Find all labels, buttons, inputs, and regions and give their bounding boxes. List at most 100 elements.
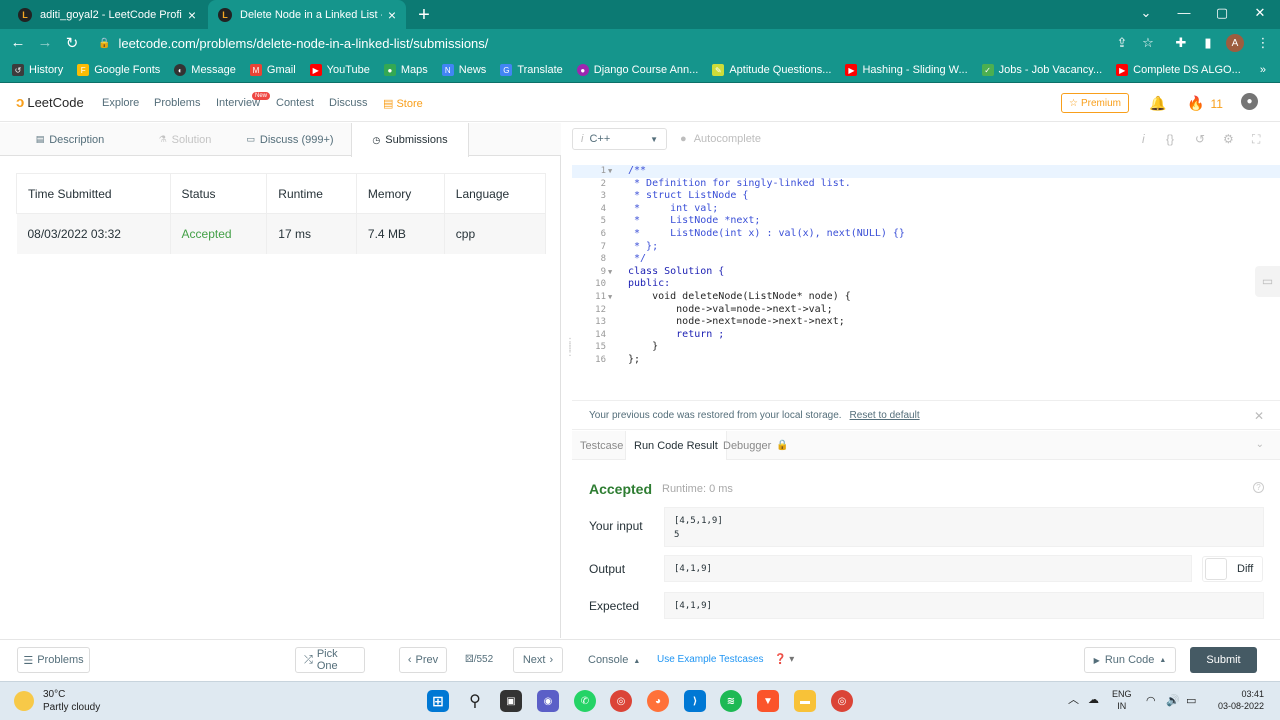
forward-icon[interactable]: → — [36, 34, 54, 51]
close-icon[interactable]: ✕ — [1254, 409, 1264, 423]
bookmark-item[interactable]: ● Maps — [383, 64, 428, 76]
browser-menu-icon[interactable]: ⋮ — [1254, 35, 1272, 51]
wifi-icon[interactable]: ◠ — [1146, 694, 1156, 707]
battery-icon[interactable]: ▭ — [1186, 694, 1196, 707]
fold-arrow-icon[interactable]: ▼ — [608, 165, 618, 178]
back-icon[interactable]: ← — [9, 34, 27, 51]
system-tray[interactable]: ︿ ☁ — [1068, 691, 1099, 707]
tab-search-chevron-icon[interactable]: ⌄ — [1134, 5, 1158, 21]
firefox-icon[interactable]: ◕ — [647, 690, 669, 712]
tab-description[interactable]: ▤ Description — [0, 123, 140, 156]
fullscreen-icon[interactable]: ⛶ — [1252, 132, 1260, 147]
submit-button[interactable]: Submit — [1190, 647, 1257, 673]
bookmark-item[interactable]: ✎ Aptitude Questions... — [712, 64, 831, 76]
bookmark-item[interactable]: ● Django Course Ann... — [576, 64, 698, 76]
fold-arrow-icon[interactable]: ▼ — [608, 291, 618, 304]
next-button[interactable]: Next › — [513, 647, 563, 673]
maximize-icon[interactable]: ▢ — [1210, 5, 1234, 21]
close-window-icon[interactable]: ✕ — [1248, 5, 1272, 21]
browser-tab-problem[interactable]: L Delete Node in a Linked List - Le × — [208, 0, 406, 29]
feedback-side-icon[interactable]: ▭ — [1255, 266, 1280, 297]
new-tab-icon[interactable]: + — [414, 4, 434, 27]
more-bookmarks-icon[interactable]: » — [1260, 64, 1266, 76]
tab-discuss[interactable]: ▭ Discuss (999+) — [230, 123, 350, 156]
bookmark-item[interactable]: ▶ YouTube — [309, 64, 370, 76]
user-avatar-icon[interactable]: ● — [1241, 93, 1258, 110]
bookmark-item[interactable]: ▶ Complete DS ALGO... — [1116, 64, 1241, 76]
info-icon[interactable]: i — [1142, 132, 1145, 146]
search-icon[interactable]: ⚲ — [464, 690, 486, 712]
tab-submissions[interactable]: ◷ Submissions — [351, 123, 469, 157]
leetcode-logo[interactable]: ↄ LeetCode — [16, 94, 84, 111]
close-tab-icon[interactable]: × — [388, 7, 396, 23]
autocomplete-toggle[interactable]: ● Autocomplete — [680, 133, 761, 145]
tab-debugger[interactable]: Debugger 🔒 — [715, 431, 797, 460]
problem-page-counter[interactable]: ⚄/552 — [465, 654, 493, 665]
profile-avatar[interactable]: A — [1226, 34, 1244, 52]
nav-problems[interactable]: Problems — [154, 97, 200, 109]
bookmark-item[interactable]: F Google Fonts — [77, 64, 160, 76]
settings-gear-icon[interactable]: ⚙ — [1223, 132, 1234, 146]
diff-switch[interactable] — [1205, 558, 1227, 580]
premium-button[interactable]: ☆ Premium — [1061, 93, 1129, 113]
pick-one-button[interactable]: ⤮ Pick One — [295, 647, 365, 673]
whatsapp-icon[interactable]: ✆ — [574, 690, 596, 712]
chrome-icon[interactable]: ◎ — [610, 690, 632, 712]
console-toggle[interactable]: Console ▲ — [588, 654, 640, 666]
teams-chat-icon[interactable]: ◉ — [537, 690, 559, 712]
file-explorer-icon[interactable]: ▬ — [794, 690, 816, 712]
bookmark-item[interactable]: N News — [441, 64, 486, 76]
bookmark-item[interactable]: ↺ History — [12, 64, 63, 76]
bookmark-item[interactable]: ▶ Hashing - Sliding W... — [845, 64, 968, 76]
reload-icon[interactable]: ↻ — [63, 34, 81, 52]
code-editor[interactable]: 1 ▼/** 2 * Definition for singly-linked l… — [572, 161, 1280, 397]
reset-icon[interactable]: ↺ — [1195, 132, 1205, 146]
use-example-testcases-link[interactable]: Use Example Testcases — [657, 654, 764, 665]
share-icon[interactable]: ⇪ — [1113, 35, 1131, 51]
tab-testcase[interactable]: Testcase — [572, 431, 631, 460]
streak-counter[interactable]: 🔥 11 — [1187, 95, 1223, 112]
problems-button[interactable]: ☰ Problems — [17, 647, 90, 673]
nav-discuss[interactable]: Discuss — [329, 97, 368, 109]
task-view-icon[interactable]: ▣ — [500, 690, 522, 712]
spotify-icon[interactable]: ≋ — [720, 690, 742, 712]
brave-icon[interactable]: ▼ — [757, 690, 779, 712]
prev-button[interactable]: ‹ Prev — [399, 647, 447, 673]
reset-to-default-link[interactable]: Reset to default — [850, 410, 920, 421]
nav-store[interactable]: ▤ Store — [383, 97, 423, 110]
extensions-icon[interactable]: ✚ — [1172, 35, 1190, 51]
side-panel-icon[interactable]: ▮ — [1199, 35, 1217, 51]
panel-resize-handle[interactable]: ⋮ ⋮ ⋮ — [565, 338, 575, 380]
minimize-icon[interactable]: — — [1172, 5, 1196, 20]
volume-icon[interactable]: 🔊 — [1166, 694, 1180, 707]
bookmark-star-icon[interactable]: ☆ — [1139, 35, 1157, 51]
weather-widget[interactable]: 30°C Partly cloudy — [14, 688, 100, 714]
fold-arrow-icon[interactable]: ▼ — [608, 266, 618, 279]
windows-start-icon[interactable]: ⊞ — [427, 690, 449, 712]
close-tab-icon[interactable]: × — [188, 7, 196, 23]
nav-contest[interactable]: Contest — [276, 97, 314, 109]
tab-solution[interactable]: ⚗ Solution — [140, 123, 230, 156]
diff-toggle[interactable]: Diff — [1202, 556, 1263, 582]
run-code-button[interactable]: ▶ Run Code ▲ — [1084, 647, 1176, 673]
table-row[interactable]: 08/03/2022 03:32 Accepted 17 ms 7.4 MB c… — [16, 213, 547, 254]
vscode-icon[interactable]: ⟩ — [684, 690, 706, 712]
bookmark-item[interactable]: ✓ Jobs - Job Vacancy... — [981, 64, 1102, 76]
address-bar[interactable]: 🔒 leetcode.com/problems/delete-node-in-a… — [98, 32, 1160, 55]
tab-run-code-result[interactable]: Run Code Result — [625, 431, 727, 460]
notification-bell-icon[interactable]: 🔔 — [1149, 95, 1166, 112]
chevron-down-icon[interactable]: ⌄ — [1256, 439, 1264, 450]
braces-icon[interactable]: {} — [1166, 132, 1174, 146]
nav-explore[interactable]: Explore — [102, 97, 139, 109]
bookmark-item[interactable]: ◐ Message — [174, 64, 236, 76]
help-icon[interactable]: ? — [1253, 482, 1264, 493]
help-dropdown-icon[interactable]: ❓ ▾ — [774, 654, 794, 665]
bookmark-item[interactable]: M Gmail — [249, 64, 296, 76]
language-indicator[interactable]: ENG IN — [1112, 688, 1132, 712]
language-select[interactable]: i C++ ▼ — [572, 128, 667, 150]
chrome-active-icon[interactable]: ◎ — [831, 690, 853, 712]
cell-status-link[interactable]: Accepted — [170, 213, 268, 254]
bookmark-item[interactable]: G Translate — [500, 64, 563, 76]
clock[interactable]: 03:41 03-08-2022 — [1208, 688, 1264, 712]
browser-tab-profile[interactable]: L aditi_goyal2 - LeetCode Profile × — [8, 0, 206, 29]
